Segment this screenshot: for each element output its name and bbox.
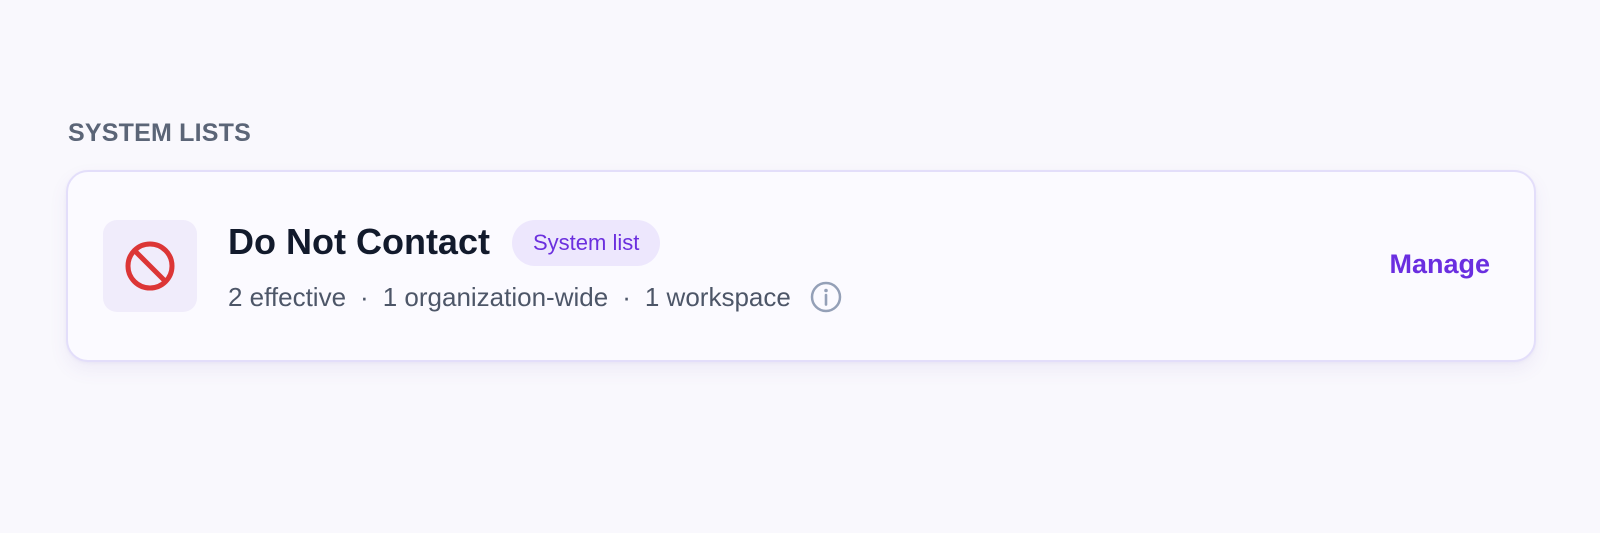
separator: · (360, 282, 369, 312)
system-list-badge: System list (512, 220, 661, 266)
section-title: SYSTEM LISTS (68, 119, 251, 147)
effective-count: 2 effective (228, 282, 347, 312)
list-stats: 2 effective · 1 organization-wide · 1 wo… (228, 280, 843, 314)
info-icon[interactable] (809, 280, 843, 314)
workspace-count: 1 workspace (644, 282, 791, 312)
prohibited-icon (103, 220, 197, 312)
list-name: Do Not Contact (228, 221, 490, 262)
system-list-card[interactable]: Do Not Contact System list 2 effective ·… (66, 170, 1536, 362)
organization-wide-count: 1 organization-wide (382, 282, 609, 312)
separator: · (622, 282, 631, 312)
manage-button[interactable]: Manage (1389, 246, 1490, 282)
